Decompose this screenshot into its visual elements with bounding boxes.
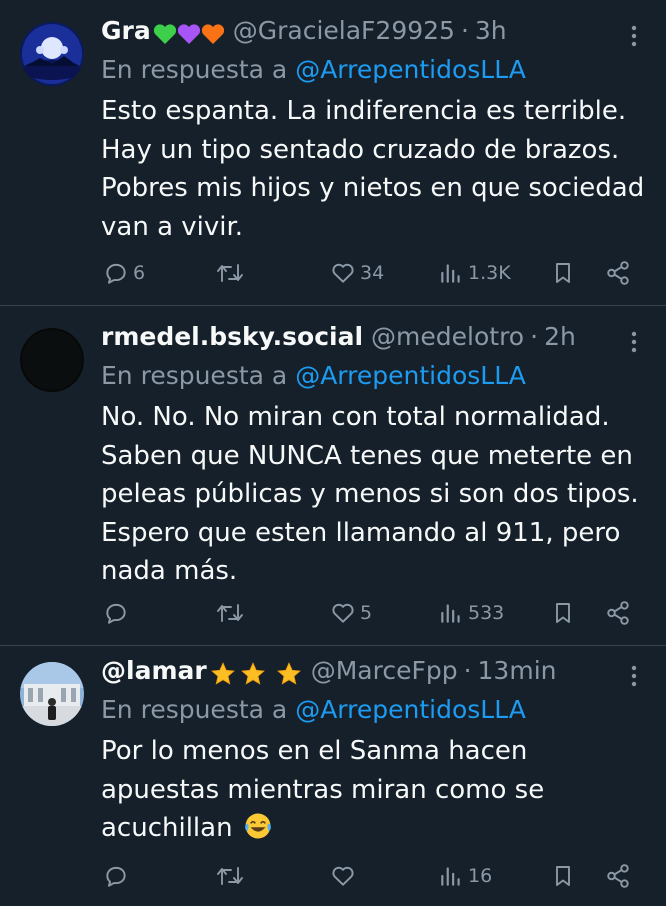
share-icon <box>607 261 629 285</box>
separator: · <box>530 322 539 351</box>
reply-icon <box>106 866 126 887</box>
reply-prefix: En respuesta a <box>101 55 288 84</box>
timestamp[interactable]: 2h <box>544 322 576 351</box>
reply-prefix: En respuesta a <box>101 361 288 390</box>
reply-icon <box>106 263 126 284</box>
bookmark-icon <box>556 603 570 623</box>
share-icon <box>607 864 629 888</box>
heart-icon <box>332 603 354 623</box>
heart-icon <box>332 866 354 886</box>
views-count: 533 <box>468 602 505 624</box>
reply-count: 6 <box>133 262 146 284</box>
star-emoji <box>276 662 301 685</box>
more-options-icon[interactable] <box>622 24 646 48</box>
views-icon <box>441 867 460 886</box>
tweet-header: @lamar @MarceFpp · 13min <box>101 656 646 692</box>
like-button[interactable]: 34 <box>330 253 384 293</box>
reply-prefix: En respuesta a <box>101 695 288 724</box>
display-name[interactable]: @lamar <box>101 656 207 685</box>
tears-of-joy-emoji <box>244 813 271 839</box>
bookmark-button[interactable] <box>551 856 575 896</box>
reply-button[interactable]: 6 <box>103 253 145 293</box>
avatar[interactable] <box>20 22 84 86</box>
tweet-actions: 5 533 <box>0 593 666 633</box>
like-count: 5 <box>360 602 373 624</box>
star-emoji <box>240 662 265 685</box>
tweet-text: Por lo menos en el Sanma hacen apuestas … <box>101 736 545 843</box>
name-emojis <box>209 661 303 687</box>
reply-button[interactable] <box>103 593 133 633</box>
views-count: 16 <box>468 865 493 887</box>
views-count: 1.3K <box>468 262 511 284</box>
tweet-text-container: Por lo menos en el Sanma hacen apuestas … <box>101 732 646 848</box>
tweet-text: No. No. No miran con total normalidad. S… <box>101 402 639 586</box>
tweet-header: rmedel.bsky.social @medelotro · 2h <box>101 322 646 358</box>
views-icon <box>441 604 460 623</box>
like-button[interactable] <box>330 856 360 896</box>
bookmark-icon <box>556 866 570 886</box>
purple-heart-emoji <box>177 24 200 44</box>
more-options-icon[interactable] <box>622 664 646 688</box>
share-button[interactable] <box>605 253 631 293</box>
tweet-2[interactable]: rmedel.bsky.social @medelotro · 2h En re… <box>0 306 666 646</box>
like-count: 34 <box>360 262 385 284</box>
reply-icon <box>106 603 126 624</box>
tweet-text: Esto espanta. La indiferencia es terribl… <box>101 96 645 242</box>
reply-mention[interactable]: @ArrepentidosLLA <box>295 361 526 390</box>
retweet-icon <box>217 604 243 622</box>
bookmark-icon <box>556 263 570 283</box>
share-icon <box>607 601 629 625</box>
timestamp[interactable]: 3h <box>475 16 507 45</box>
reply-context: En respuesta a @ArrepentidosLLA <box>101 358 646 394</box>
tweet-actions: 16 <box>0 856 666 896</box>
bookmark-button[interactable] <box>551 253 575 293</box>
views-button[interactable]: 533 <box>438 593 504 633</box>
display-name[interactable]: Gra <box>101 16 151 45</box>
retweet-button[interactable] <box>216 593 248 633</box>
like-button[interactable]: 5 <box>330 593 372 633</box>
tweet-1[interactable]: Gra @GracielaF29925 · 3h En respuesta a … <box>0 0 666 306</box>
reply-context: En respuesta a @ArrepentidosLLA <box>101 692 646 728</box>
views-button[interactable]: 1.3K <box>438 253 511 293</box>
retweet-button[interactable] <box>216 856 248 896</box>
share-button[interactable] <box>605 856 631 896</box>
tweet-actions: 6 34 1.3K <box>0 253 666 293</box>
name-emojis <box>153 23 225 45</box>
retweet-icon <box>217 867 243 885</box>
orange-heart-emoji <box>201 24 224 44</box>
user-handle[interactable]: @MarceFpp <box>311 656 458 685</box>
separator: · <box>463 656 472 685</box>
timestamp[interactable]: 13min <box>478 656 557 685</box>
separator: · <box>460 16 469 45</box>
reply-context: En respuesta a @ArrepentidosLLA <box>101 52 646 88</box>
user-handle[interactable]: @medelotro <box>371 322 524 351</box>
green-heart-emoji <box>153 24 176 44</box>
star-emoji <box>210 662 235 685</box>
user-handle[interactable]: @GracielaF29925 <box>233 16 455 45</box>
bookmark-button[interactable] <box>551 593 575 633</box>
avatar[interactable] <box>20 662 84 726</box>
share-button[interactable] <box>605 593 631 633</box>
heart-icon <box>332 263 354 283</box>
more-options-icon[interactable] <box>622 330 646 354</box>
avatar[interactable] <box>20 328 84 392</box>
reply-mention[interactable]: @ArrepentidosLLA <box>295 695 526 724</box>
views-icon <box>441 264 460 283</box>
tweet-3[interactable]: @lamar @MarceFpp · 13min En respuesta a … <box>0 646 666 906</box>
reply-button[interactable] <box>103 856 133 896</box>
reply-mention[interactable]: @ArrepentidosLLA <box>295 55 526 84</box>
tweet-header: Gra @GracielaF29925 · 3h <box>101 16 646 52</box>
views-button[interactable]: 16 <box>438 856 492 896</box>
retweet-button[interactable] <box>216 253 248 293</box>
display-name[interactable]: rmedel.bsky.social <box>101 322 363 351</box>
retweet-icon <box>217 264 243 282</box>
